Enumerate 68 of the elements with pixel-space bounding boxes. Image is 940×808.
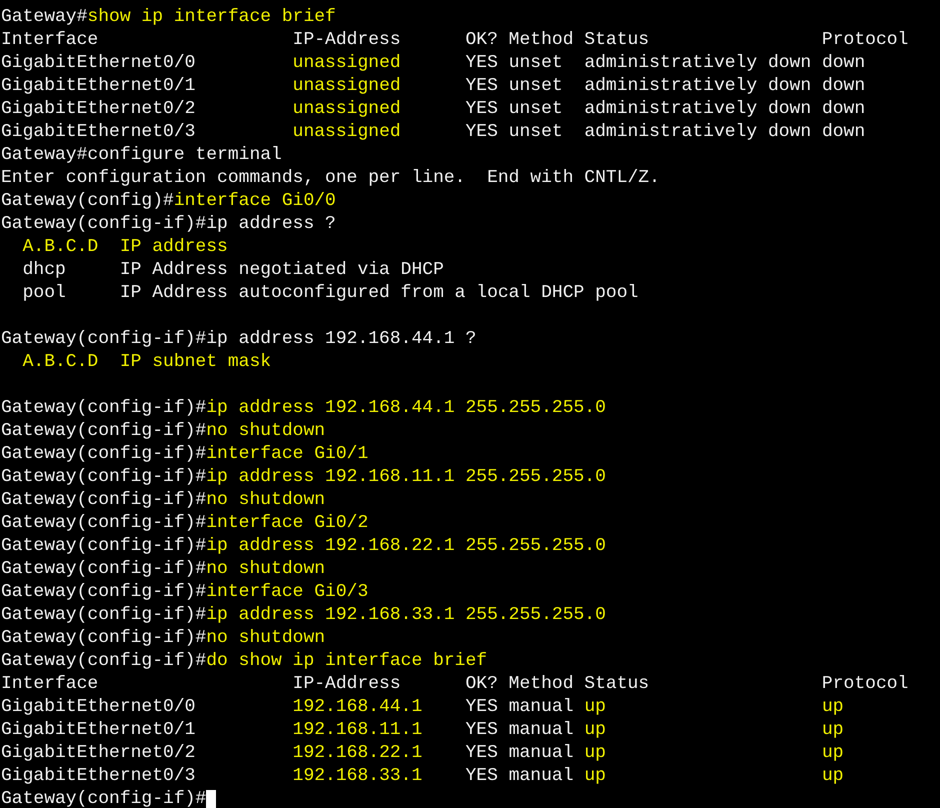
highlighted-text: up up (584, 719, 844, 742)
highlighted-text: interface Gi0/0 (174, 190, 336, 213)
highlighted-text: interface Gi0/2 (206, 512, 368, 535)
terminal-text: YES unset administratively down down (464, 75, 866, 98)
terminal-text: YES manual (464, 696, 575, 719)
highlighted-text: A.B.C.D IP subnet mask (22, 351, 272, 374)
terminal-text: Gateway(config-if)#ip address ? (1, 213, 336, 236)
terminal-text: Gateway(config-if)# (1, 397, 206, 420)
terminal-text: Gateway(config-if)# (1, 466, 206, 489)
highlighted-text: unassigned (292, 52, 401, 75)
highlighted-text: up up (584, 765, 844, 788)
terminal-text: YES unset administratively down down (464, 98, 866, 121)
terminal-text: Gateway# (1, 6, 88, 29)
terminal-text: YES unset administratively down down (464, 52, 866, 75)
highlighted-text: no shutdown (206, 420, 326, 443)
highlighted-text: interface Gi0/1 (206, 443, 368, 466)
terminal-text: GigabitEthernet0/1 (1, 719, 196, 742)
terminal-text: Gateway(config-if)# (1, 788, 206, 808)
highlighted-text: 192.168.11.1 (292, 719, 422, 742)
terminal-text: GigabitEthernet0/0 (1, 52, 196, 75)
terminal-text: GigabitEthernet0/2 (1, 742, 196, 765)
highlighted-text: ip address 192.168.11.1 255.255.255.0 (206, 466, 606, 489)
terminal-text: YES manual (464, 742, 575, 765)
terminal-text: Gateway(config)# (1, 190, 174, 213)
terminal-text: Gateway(config-if)# (1, 489, 206, 512)
highlighted-text: up up (584, 696, 844, 719)
highlighted-text: unassigned (292, 75, 401, 98)
highlighted-text: interface Gi0/3 (206, 581, 368, 604)
terminal-text: Gateway(config-if)# (1, 558, 206, 581)
highlighted-text: do show ip interface brief (206, 650, 488, 673)
highlighted-text: A.B.C.D IP address (22, 236, 228, 259)
highlighted-text: 192.168.44.1 (292, 696, 422, 719)
terminal-text: dhcp IP Address negotiated via DHCP (22, 259, 444, 282)
terminal-text: GigabitEthernet0/3 (1, 121, 196, 144)
terminal-text: GigabitEthernet0/2 (1, 98, 196, 121)
highlighted-text: unassigned (292, 121, 401, 144)
highlighted-text: ip address 192.168.33.1 255.255.255.0 (206, 604, 606, 627)
terminal-text: Gateway(config-if)# (1, 512, 206, 535)
highlighted-text: show ip interface brief (87, 6, 336, 29)
terminal-text: Enter configuration commands, one per line. End with CNTL/Z. (1, 167, 660, 190)
terminal-text: GigabitEthernet0/0 (1, 696, 196, 719)
terminal-text: Gateway(config-if)# (1, 443, 206, 466)
terminal-text: Interface IP-Address OK? Method Status Protocol (1, 29, 908, 52)
terminal-text: YES manual (464, 765, 575, 788)
terminal-text: Gateway(config-if)#ip address 192.168.44.1 ? (1, 328, 476, 351)
highlighted-text: 192.168.22.1 (292, 742, 422, 765)
terminal-text: YES manual (464, 719, 575, 742)
highlighted-text: unassigned (292, 98, 401, 121)
terminal-text: Gateway(config-if)# (1, 627, 206, 650)
highlighted-text: up up (584, 742, 844, 765)
terminal-text: Gateway(config-if)# (1, 650, 206, 673)
highlighted-text: no shutdown (206, 489, 326, 512)
terminal-text: Gateway(config-if)# (1, 581, 206, 604)
terminal-text: Gateway#configure terminal (1, 144, 282, 167)
highlighted-text: no shutdown (206, 627, 326, 650)
terminal-text: pool IP Address autoconfigured from a local DHCP pool (22, 282, 638, 305)
terminal-text: GigabitEthernet0/1 (1, 75, 196, 98)
terminal-text: GigabitEthernet0/3 (1, 765, 196, 788)
highlighted-text: no shutdown (206, 558, 326, 581)
terminal-text: Gateway(config-if)# (1, 420, 206, 443)
highlighted-text: ip address 192.168.44.1 255.255.255.0 (206, 397, 606, 420)
terminal-text: Gateway(config-if)# (1, 604, 206, 627)
terminal-text: Interface IP-Address OK? Method Status Protocol (1, 673, 908, 696)
highlighted-text: ip address 192.168.22.1 255.255.255.0 (206, 535, 606, 558)
cursor (206, 790, 216, 808)
terminal-text: Gateway(config-if)# (1, 535, 206, 558)
highlighted-text: 192.168.33.1 (292, 765, 422, 788)
terminal-text: YES unset administratively down down (464, 121, 866, 144)
